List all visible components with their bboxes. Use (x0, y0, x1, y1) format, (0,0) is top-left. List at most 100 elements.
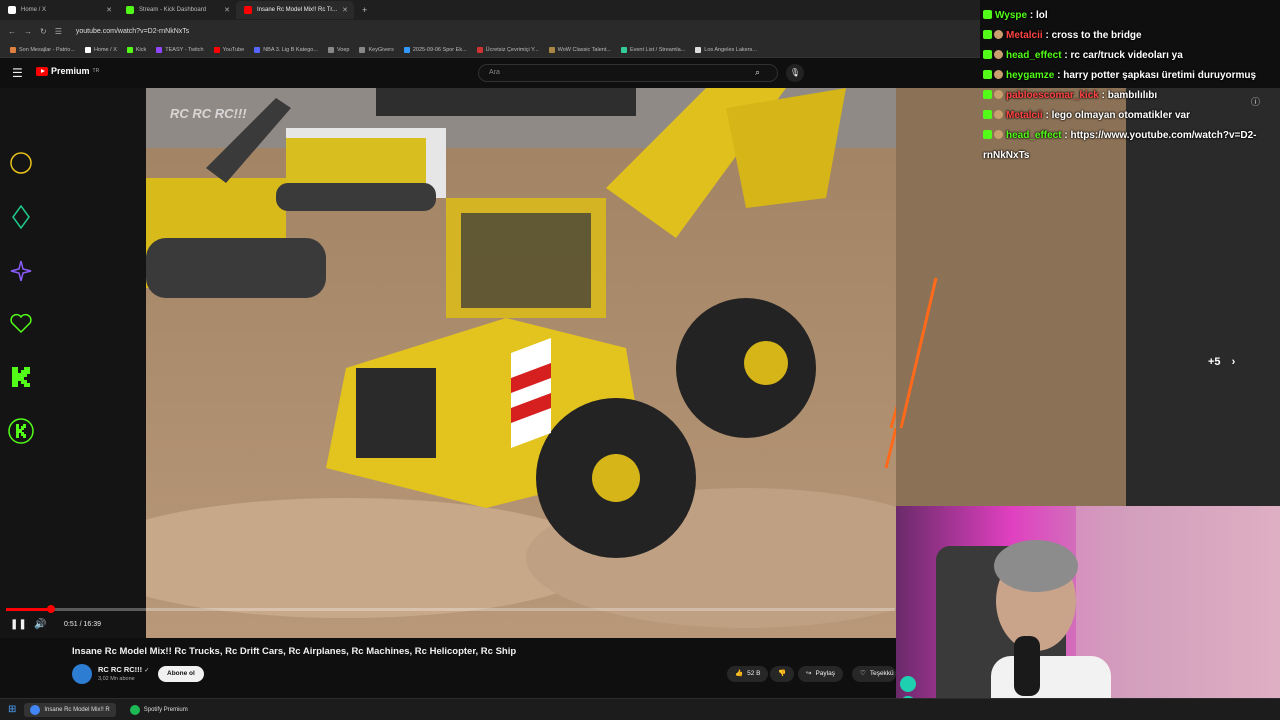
verified-icon: ✓ (144, 668, 150, 674)
bookmark-item[interactable]: WoW Classic Talent... (548, 46, 611, 53)
chat-message: Metalcii : cross to the bridge (980, 26, 1280, 46)
chat-message: Metalcii : lego olmayan otomatikler var (980, 106, 1280, 126)
browser-tab-x[interactable]: Home / X ✕ (0, 1, 118, 19)
bookmark-item[interactable]: KeyGivers (359, 46, 394, 53)
search-input[interactable]: Ara (478, 64, 778, 82)
site-info-icon[interactable]: ☰ (55, 27, 62, 36)
like-count: 52 B (747, 670, 761, 677)
progress-bar[interactable] (6, 605, 895, 613)
bookmark-label: Event List / Streamla... (629, 46, 686, 53)
forward-icon[interactable]: → (24, 27, 32, 36)
thanks-button[interactable]: ♡ Teşekkü (852, 666, 896, 682)
more-videos-button[interactable]: +5 › (1208, 356, 1235, 368)
chat-separator: : (1042, 110, 1052, 121)
video-frame[interactable] (146, 88, 896, 638)
windows-start-icon[interactable]: ⊞ (8, 704, 16, 715)
bookmark-label: YouTube (222, 46, 245, 53)
streamer-webcam-image (900, 506, 1280, 720)
subscriber-badge-icon (994, 70, 1003, 79)
close-tab-icon[interactable]: ✕ (224, 6, 230, 14)
new-tab-button[interactable]: + (362, 5, 367, 15)
bookmark-favicon-icon (84, 46, 91, 53)
taskbar-item-spotify[interactable]: Spotify Premium (124, 703, 194, 717)
heart-icon (8, 310, 34, 336)
kick-badge-icon (983, 70, 992, 79)
chat-username[interactable]: Metalcii (1006, 110, 1043, 121)
bookmark-item[interactable]: YouTube (213, 46, 245, 53)
close-tab-icon[interactable]: ✕ (106, 6, 112, 14)
chat-username[interactable]: head_effect (1006, 130, 1062, 141)
channel-watermark: RC RC RC!!! (170, 106, 247, 121)
subscriber-badge-icon (994, 30, 1003, 39)
bookmark-label: TEASY - Twitch (165, 46, 204, 53)
chat-username[interactable]: heygamze (1006, 70, 1054, 81)
youtube-play-icon (36, 66, 48, 76)
youtube-favicon-icon (244, 6, 252, 14)
subscriber-badge-icon (994, 110, 1003, 119)
logo-text: Premium (51, 66, 90, 76)
bookmark-item[interactable]: 2025-09-06 Spor Ek... (403, 46, 467, 53)
bookmark-item[interactable]: Home / X (84, 46, 117, 53)
chat-username[interactable]: head_effect (1006, 50, 1062, 61)
bookmark-item[interactable]: Son Mesajlar - Patrio... (10, 46, 75, 53)
back-icon[interactable]: ← (8, 27, 16, 36)
subscriber-badge-icon (994, 50, 1003, 59)
chrome-icon (30, 704, 41, 715)
tab-label: Stream - Kick Dashboard (139, 7, 207, 13)
bookmark-item[interactable]: TEASY - Twitch (156, 46, 204, 53)
bookmark-item[interactable]: Event List / Streamla... (620, 46, 686, 53)
taskbar-item-browser[interactable]: Insane Rc Model Mix!! R (24, 702, 116, 717)
channel-avatar[interactable] (72, 664, 92, 684)
hamburger-menu-icon[interactable]: ☰ (12, 66, 23, 80)
chat-username[interactable]: pabloescomar_kick (1006, 90, 1099, 101)
chat-text: bambılılıbı (1107, 90, 1158, 101)
kick-badge-icon (983, 90, 992, 99)
browser-tab-kick[interactable]: Stream - Kick Dashboard ✕ (118, 1, 236, 19)
tab-label: Home / X (21, 7, 47, 13)
bookmark-item[interactable]: NBA 3. Lig B Katego... (254, 46, 318, 53)
bookmark-label: NBA 3. Lig B Katego... (263, 46, 318, 53)
thanks-label: Teşekkü (869, 670, 894, 677)
bookmark-label: Voep (336, 46, 350, 53)
chat-message: pabloescomar_kick : bambılılıbı (980, 86, 1280, 106)
stream-chat-overlay: Wyspe : lol Metalcii : cross to the bridg… (980, 6, 1280, 166)
bookmark-item[interactable]: Voep (327, 46, 350, 53)
volume-icon[interactable]: 🔊 (34, 619, 46, 630)
bookmark-favicon-icon (254, 46, 261, 53)
bookmark-item[interactable]: Ücretsiz Çevrimiçi Y... (476, 46, 539, 53)
chat-message: head_effect : rc car/truck videoları ya (980, 46, 1280, 66)
dislike-button[interactable]: 👎 (770, 666, 795, 682)
kick-logo-icon (8, 364, 34, 390)
chat-username[interactable]: Wyspe (995, 10, 1027, 21)
browser-tab-youtube[interactable]: Insane Rc Model Mix!! Rc Tr... ✕ (236, 1, 354, 19)
chevron-right-icon: › (1231, 356, 1236, 368)
reload-icon[interactable]: ↻ (40, 27, 47, 36)
kick-badge-icon (983, 30, 992, 39)
bookmark-item[interactable]: Los Angeles Lakers... (695, 46, 757, 53)
tab-label: Insane Rc Model Mix!! Rc Tr... (257, 7, 338, 13)
bookmark-favicon-icon (403, 46, 410, 53)
chat-username[interactable]: Metalcii (1006, 30, 1043, 41)
bookmarks-bar: Son Mesajlar - Patrio... Home / X Kick TEAS… (0, 42, 980, 58)
like-button[interactable]: 👍 52 B (727, 666, 769, 682)
bookmark-label: Son Mesajlar - Patrio... (19, 46, 75, 53)
chat-message: head_effect : https://www.youtube.com/wa… (980, 126, 1280, 166)
bookmark-item[interactable]: Kick (126, 46, 146, 53)
kick-circle-icon (8, 418, 34, 444)
search-icon[interactable]: ⌕ (755, 67, 760, 78)
chat-text: rc car/truck videoları ya (1070, 50, 1183, 61)
microphone-icon[interactable]: 🎙 (786, 64, 804, 82)
url-field[interactable]: youtube.com/watch?v=D2-rnNkNxTs (76, 28, 189, 35)
channel-name[interactable]: RC RC RC!!! ✓ (98, 665, 149, 674)
time-display: 0:51 / 16:39 (64, 621, 101, 628)
taskbar-label: Insane Rc Model Mix!! R (44, 706, 110, 713)
close-tab-icon[interactable]: ✕ (342, 6, 348, 14)
chat-text: lol (1035, 10, 1048, 21)
subscribe-button[interactable]: Abone ol (158, 666, 204, 682)
kick-badge-icon (983, 10, 992, 19)
pause-icon[interactable]: ❚❚ (10, 619, 27, 630)
taskbar: ⊞ Insane Rc Model Mix!! R Spotify Premiu… (0, 698, 1280, 720)
share-button[interactable]: ↪ Paylaş (798, 666, 843, 682)
youtube-logo[interactable]: Premium TR (36, 66, 99, 76)
bookmark-label: WoW Classic Talent... (557, 46, 611, 53)
